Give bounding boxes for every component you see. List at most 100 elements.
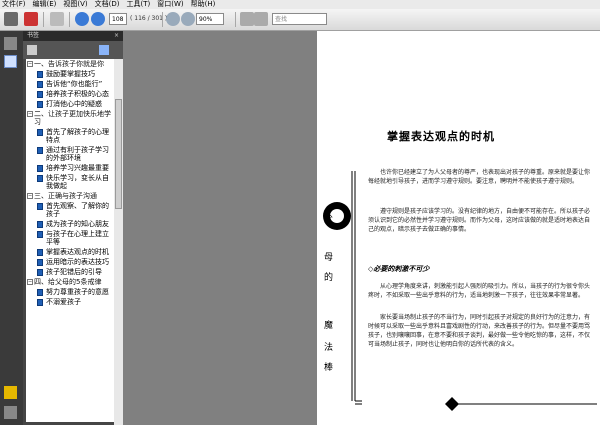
bookmark-label: 培养孩子积极的心态 (46, 90, 109, 98)
bookmark-item[interactable]: 打消他心中的疑惑 (26, 99, 114, 109)
bookmark-label: 通过有利于孩子学习的外部环境 (46, 146, 109, 162)
bottom-rule (457, 403, 597, 405)
bookmark-tree: − 一、告诉孩子你就是你 鼓励要掌握技巧 告诉他“你也能行” 培养孩子积极的心态 打消他心… (26, 59, 114, 422)
bookmark-label: 三、正确与孩子沟通 (34, 192, 97, 200)
side-label-char: 母 (324, 253, 334, 263)
bookmark-label: 掌握表达观点的时机 (46, 248, 109, 256)
bookmark-page-icon (37, 175, 43, 182)
print-icon[interactable] (4, 12, 18, 26)
bookmark-section[interactable]: − 四、给父母的5条戒律 (26, 277, 114, 287)
bookmark-label: 四、给父母的5条戒律 (34, 278, 102, 286)
menu-bar: 文件(F) 编辑(E) 视图(V) 文档(D) 工具(T) 窗口(W) 帮助(H) (0, 0, 600, 9)
bookmark-page-icon (37, 231, 43, 238)
bookmark-page-icon (37, 147, 43, 154)
panel-toolbar (23, 41, 123, 59)
bookmark-label: 努力尊重孩子的意愿 (46, 288, 109, 296)
comments-icon[interactable] (4, 386, 17, 399)
search-input[interactable]: 查找 (272, 13, 327, 25)
menu-item[interactable]: 工具(T) (127, 0, 151, 9)
scrollbar-thumb[interactable] (115, 99, 122, 209)
bookmark-label: 培养学习兴趣最重要 (46, 164, 109, 172)
paragraph-2: 遵守规则是孩子应该学习的。没有纪律的地方，自由便不可能存在。所以孩子必须认识到它… (368, 208, 591, 233)
bookmark-item[interactable]: 成为孩子的知心朋友 (26, 219, 114, 229)
navigation-strip (0, 31, 23, 425)
menu-item[interactable]: 视图(V) (63, 0, 87, 9)
bookmark-page-icon (37, 165, 43, 172)
menu-item[interactable]: 帮助(H) (191, 0, 216, 9)
bookmark-item[interactable]: 鼓励要掌握技巧 (26, 69, 114, 79)
side-label-char: 法 (324, 343, 334, 353)
hand-tool-icon[interactable] (50, 12, 64, 26)
collapse-toggle-icon[interactable]: − (27, 193, 33, 199)
bookmark-item[interactable]: 努力尊重孩子的意愿 (26, 287, 114, 297)
zoom-in-icon[interactable] (181, 12, 195, 26)
bookmark-item[interactable]: 通过有利于孩子学习的外部环境 (26, 145, 114, 163)
bookmark-item[interactable]: 运用暗示的表达技巧 (26, 257, 114, 267)
bookmark-scrollbar[interactable] (114, 59, 123, 425)
bookmark-page-icon (37, 129, 43, 136)
page-number-input[interactable]: 108 (109, 13, 127, 25)
subheading: ◇必要的刺激不可少 (368, 265, 430, 273)
collapse-toggle-icon[interactable]: − (27, 279, 33, 285)
decorative-side-border (323, 171, 362, 405)
bookmark-page-icon (37, 249, 43, 256)
fit-page-icon[interactable] (240, 12, 254, 26)
bookmark-label: 二、让孩子更加快乐地学习 (34, 110, 111, 126)
bookmark-section[interactable]: − 一、告诉孩子你就是你 (26, 59, 114, 69)
fit-width-icon[interactable] (254, 12, 268, 26)
bookmark-section[interactable]: − 二、让孩子更加快乐地学习 (26, 109, 114, 127)
bookmark-item[interactable]: 掌握表达观点的时机 (26, 247, 114, 257)
bookmark-label: 一、告诉孩子你就是你 (34, 60, 104, 68)
bookmark-page-icon (37, 299, 43, 306)
side-label-char: 棒 (324, 363, 334, 373)
bookmark-item[interactable]: 培养学习兴趣最重要 (26, 163, 114, 173)
attachments-icon[interactable] (4, 406, 17, 419)
bookmark-label: 鼓励要掌握技巧 (46, 70, 95, 78)
bookmark-label: 孩子犯错后的引导 (46, 268, 102, 276)
bookmark-label: 与孩子在心理上建立平等 (46, 230, 109, 246)
bookmark-page-icon (37, 101, 43, 108)
document-page: 掌握表达观点的时机 也许你已经建立了为人父母者的尊严，也表现出对孩子的尊重。原来… (317, 31, 600, 425)
collapse-toggle-icon[interactable]: − (27, 111, 33, 117)
menu-item[interactable]: 窗口(W) (157, 0, 183, 9)
next-page-icon[interactable] (91, 12, 105, 26)
bookmark-item[interactable]: 与孩子在心理上建立平等 (26, 229, 114, 247)
paragraph-3: 从心理学角度来讲，刺激能引起人强烈的吸引力。所以，当孩子的行为很令你头疼时，不如… (368, 283, 591, 299)
new-bookmark-icon[interactable] (99, 45, 109, 55)
prev-page-icon[interactable] (75, 12, 89, 26)
bookmark-item[interactable]: 不溺爱孩子 (26, 297, 114, 307)
toolbar: 108 ( 116 / 301 ) 90% 查找 (0, 9, 600, 31)
paragraph-4: 家长要当场制止孩子的不当行为，同时引起孩子对规定的良好行为的注意力，有时候可以采… (368, 314, 591, 348)
bookmark-item[interactable]: 培养孩子积极的心态 (26, 89, 114, 99)
menu-item[interactable]: 编辑(E) (33, 0, 57, 9)
panel-title: 书签 (27, 32, 40, 39)
pages-icon[interactable] (4, 37, 17, 50)
bookmark-page-icon (37, 81, 43, 88)
menu-item[interactable]: 文件(F) (2, 0, 26, 9)
email-icon[interactable] (24, 12, 38, 26)
bookmark-section[interactable]: − 三、正确与孩子沟通 (26, 191, 114, 201)
options-icon[interactable] (27, 45, 37, 55)
bookmark-label: 快乐学习，变长从自我做起 (46, 174, 109, 190)
bookmark-item[interactable]: 孩子犯错后的引导 (26, 267, 114, 277)
bookmark-label: 成为孩子的知心朋友 (46, 220, 109, 228)
bookmark-item[interactable]: 告诉他“你也能行” (26, 79, 114, 89)
bookmark-item[interactable]: 首先观察、了解你的孩子 (26, 201, 114, 219)
bookmark-label: 运用暗示的表达技巧 (46, 258, 109, 266)
collapse-toggle-icon[interactable]: − (27, 61, 33, 67)
side-label-char: 魔 (324, 321, 334, 331)
close-icon[interactable]: × (114, 31, 119, 41)
side-label-char: 父 (324, 215, 334, 225)
page-title: 掌握表达观点的时机 (387, 130, 495, 143)
bookmark-item[interactable]: 快乐学习，变长从自我做起 (26, 173, 114, 191)
zoom-select[interactable]: 90% (196, 13, 224, 25)
side-label-char: 的 (324, 273, 334, 283)
zoom-out-icon[interactable] (166, 12, 180, 26)
menu-item[interactable]: 文档(D) (95, 0, 120, 9)
bookmarks-icon[interactable] (4, 55, 17, 68)
bookmark-label: 打消他心中的疑惑 (46, 100, 102, 108)
bookmark-page-icon (37, 221, 43, 228)
paragraph-1: 也许你已经建立了为人父母者的尊严，也表现出对孩子的尊重。原来就是要让你每经就地引… (368, 169, 591, 185)
bookmark-page-icon (37, 71, 43, 78)
bookmark-item[interactable]: 首先了解孩子的心理特点 (26, 127, 114, 145)
